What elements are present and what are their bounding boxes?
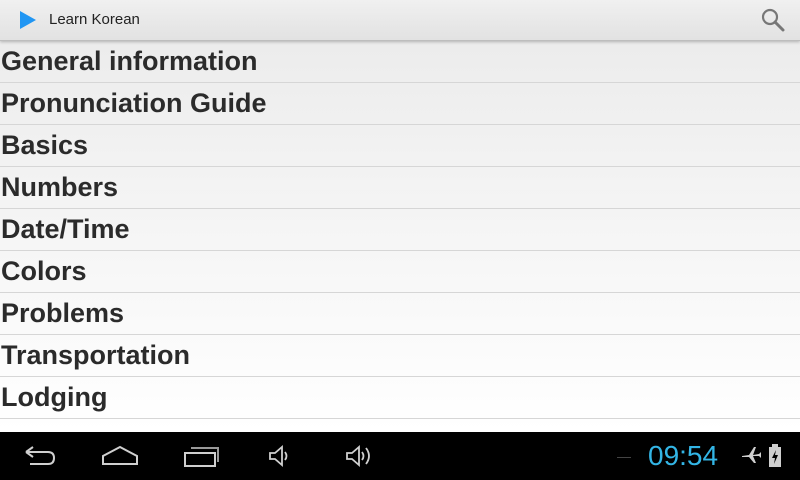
system-nav-bar: 09:54 — [0, 432, 800, 480]
back-icon[interactable] — [22, 442, 58, 470]
list-item-numbers[interactable]: Numbers — [0, 167, 800, 209]
action-bar: Learn Korean — [0, 0, 800, 41]
list-item-general-information[interactable]: General information — [0, 41, 800, 83]
list-item-pronunciation-guide[interactable]: Pronunciation Guide — [0, 83, 800, 125]
app-screen: Learn Korean General information Pronunc… — [0, 0, 800, 432]
status-divider — [617, 457, 631, 458]
volume-up-icon[interactable] — [343, 442, 377, 470]
play-triangle-icon[interactable] — [20, 11, 36, 29]
clock[interactable]: 09:54 — [648, 441, 718, 471]
home-icon[interactable] — [100, 442, 140, 470]
list-item-transportation[interactable]: Transportation — [0, 335, 800, 377]
search-icon[interactable] — [760, 7, 786, 33]
list-item-basics[interactable]: Basics — [0, 125, 800, 167]
list-item-problems[interactable]: Problems — [0, 293, 800, 335]
list-item-lodging[interactable]: Lodging — [0, 377, 800, 419]
airplane-mode-icon — [740, 444, 762, 471]
app-title: Learn Korean — [49, 11, 140, 28]
battery-charging-icon — [768, 444, 782, 473]
list-item-date-time[interactable]: Date/Time — [0, 209, 800, 251]
topic-list: General information Pronunciation Guide … — [0, 41, 800, 432]
recent-apps-icon[interactable] — [182, 442, 220, 470]
list-item-colors[interactable]: Colors — [0, 251, 800, 293]
volume-down-icon[interactable] — [266, 442, 294, 470]
